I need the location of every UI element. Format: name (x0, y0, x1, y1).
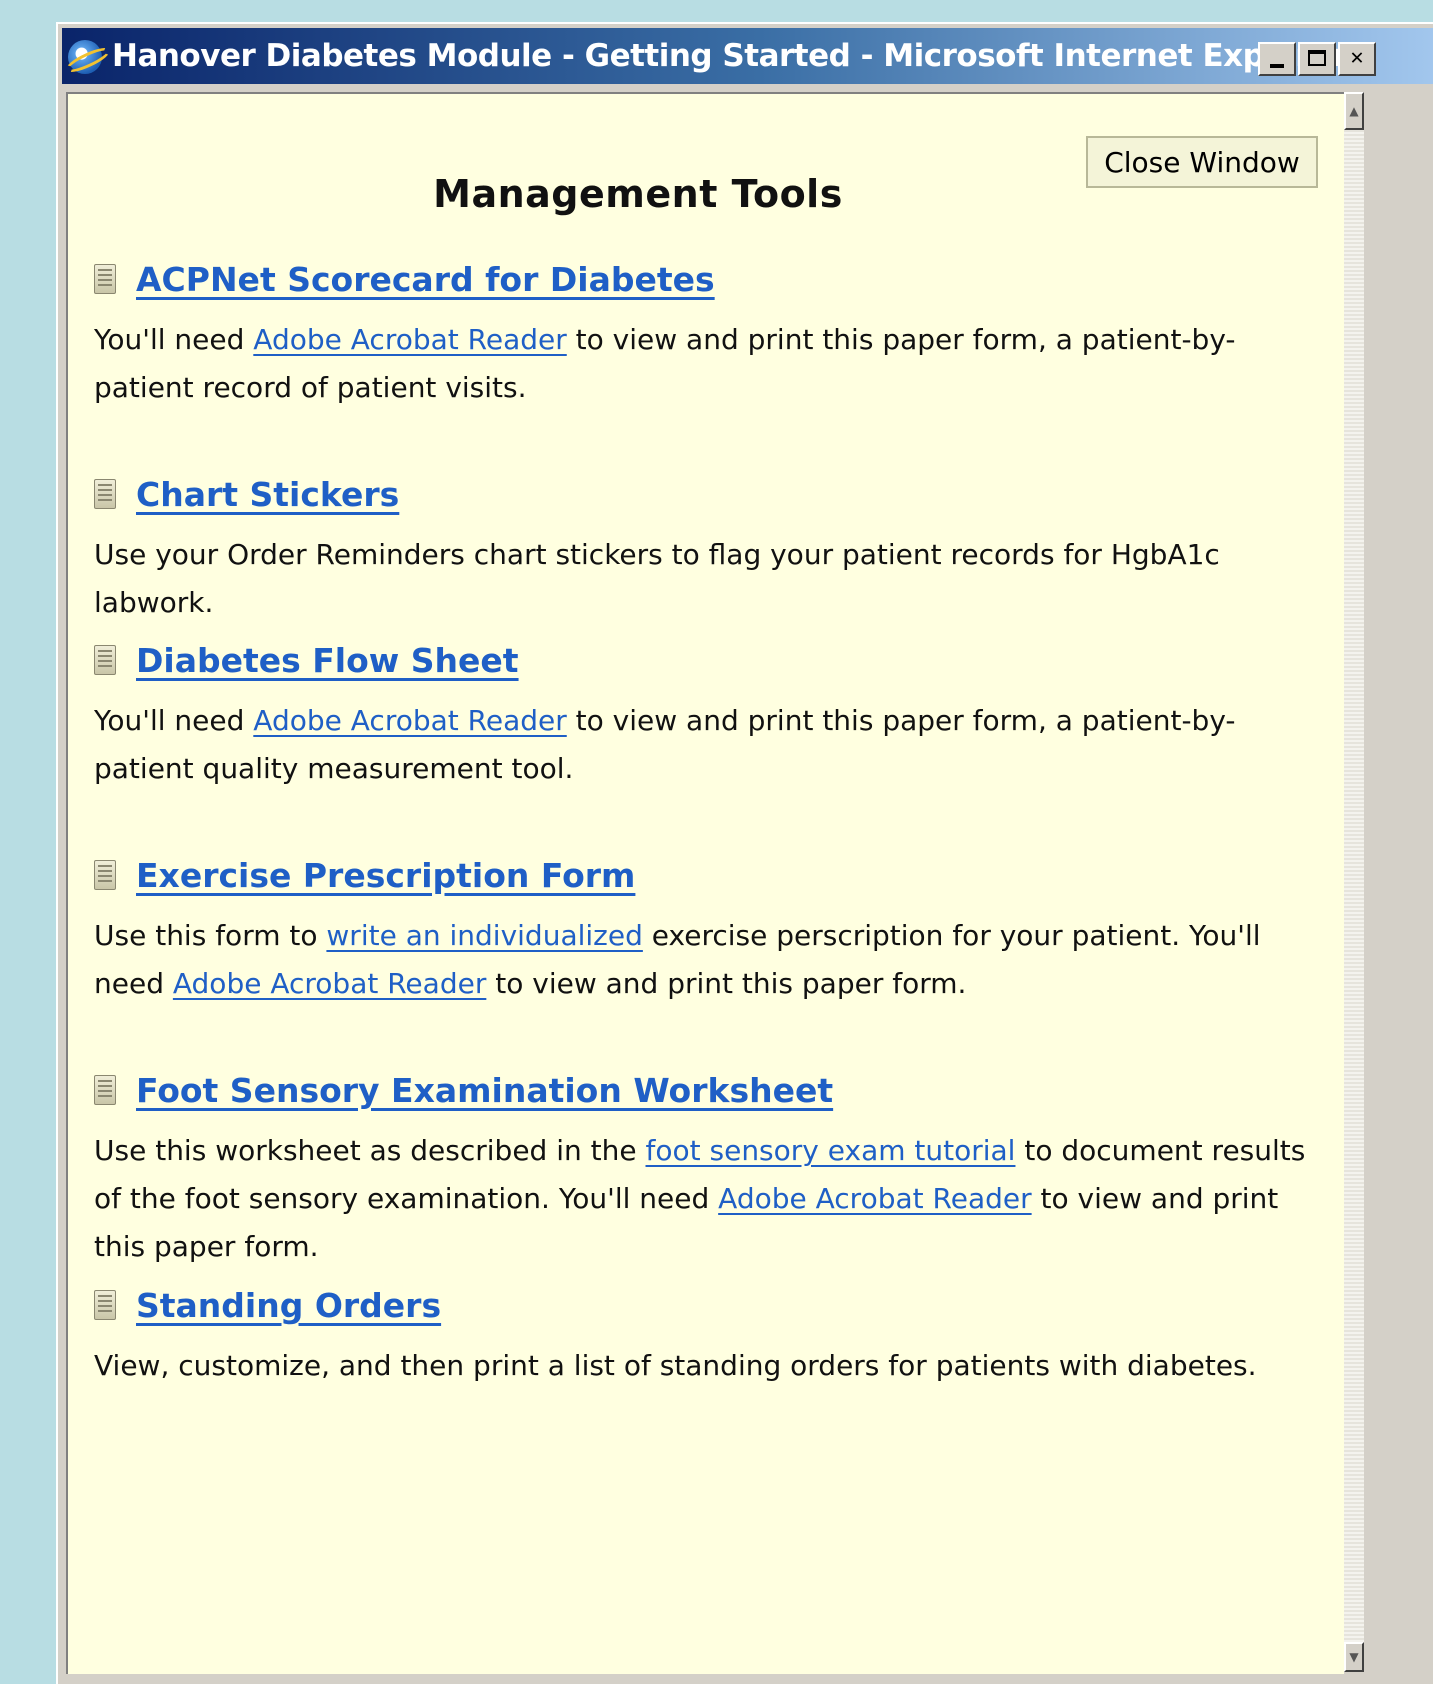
document-icon (94, 1290, 116, 1320)
page-title: Management Tools (433, 172, 843, 216)
tool-description: You'll need Adobe Acrobat Reader to view… (94, 697, 1324, 793)
desc-text: View, customize, and then print a list o… (94, 1349, 1257, 1382)
desc-text: Use this form to (94, 919, 327, 952)
tool-link-chart-stickers[interactable]: Chart Stickers (136, 475, 399, 514)
scroll-up-button[interactable]: ▲ (1344, 92, 1364, 130)
document-icon (94, 860, 116, 890)
tool-link-foot-sensory-worksheet[interactable]: Foot Sensory Examination Worksheet (136, 1071, 833, 1110)
maximize-button[interactable] (1298, 42, 1336, 76)
tool-description: View, customize, and then print a list o… (94, 1342, 1324, 1390)
arrow-up-icon: ▲ (1349, 104, 1359, 118)
individualized-prescription-link[interactable]: write an individualized (326, 919, 642, 952)
desc-text: You'll need (94, 323, 254, 356)
document-icon (94, 264, 116, 294)
adobe-reader-link[interactable]: Adobe Acrobat Reader (718, 1182, 1031, 1215)
close-icon: ✕ (1350, 45, 1364, 70)
adobe-reader-link[interactable]: Adobe Acrobat Reader (253, 704, 566, 737)
adobe-reader-link[interactable]: Adobe Acrobat Reader (173, 967, 486, 1000)
vertical-scrollbar[interactable]: ▲ ▼ (1344, 92, 1364, 1672)
arrow-down-icon: ▼ (1349, 1650, 1359, 1664)
tool-link-standing-orders[interactable]: Standing Orders (136, 1286, 441, 1325)
minimize-icon (1270, 64, 1284, 68)
desc-text: Use this worksheet as described in the (94, 1134, 646, 1167)
tool-description: Use your Order Reminders chart stickers … (94, 531, 1324, 627)
adobe-reader-link[interactable]: Adobe Acrobat Reader (253, 323, 566, 356)
desc-text: to view and print this paper form. (486, 967, 967, 1000)
document-icon (94, 479, 116, 509)
tool-link-acpnet-scorecard[interactable]: ACPNet Scorecard for Diabetes (136, 260, 715, 299)
tool-link-exercise-prescription[interactable]: Exercise Prescription Form (136, 856, 635, 895)
scroll-down-button[interactable]: ▼ (1344, 1642, 1364, 1672)
document-icon (94, 645, 116, 675)
tool-description: Use this worksheet as described in the f… (94, 1127, 1324, 1271)
close-window-titlebar-button[interactable]: ✕ (1338, 42, 1376, 76)
close-window-button[interactable]: Close Window (1086, 136, 1318, 188)
tool-description: You'll need Adobe Acrobat Reader to view… (94, 316, 1324, 412)
document-icon (94, 1075, 116, 1105)
internet-explorer-icon (68, 40, 102, 74)
browser-window: Hanover Diabetes Module - Getting Starte… (56, 22, 1433, 1684)
tool-link-diabetes-flow-sheet[interactable]: Diabetes Flow Sheet (136, 641, 519, 680)
desc-text: You'll need (94, 704, 254, 737)
desc-text: Use your Order Reminders chart stickers … (94, 538, 1220, 619)
page-content: Management Tools Close Window ACPNet Sco… (66, 92, 1344, 1674)
title-bar[interactable]: Hanover Diabetes Module - Getting Starte… (62, 28, 1433, 84)
maximize-icon (1308, 50, 1326, 66)
tool-description: Use this form to write an individualized… (94, 912, 1324, 1008)
foot-sensory-tutorial-link[interactable]: foot sensory exam tutorial (646, 1134, 1016, 1167)
minimize-button[interactable] (1258, 42, 1296, 76)
window-title: Hanover Diabetes Module - Getting Starte… (112, 38, 1346, 74)
